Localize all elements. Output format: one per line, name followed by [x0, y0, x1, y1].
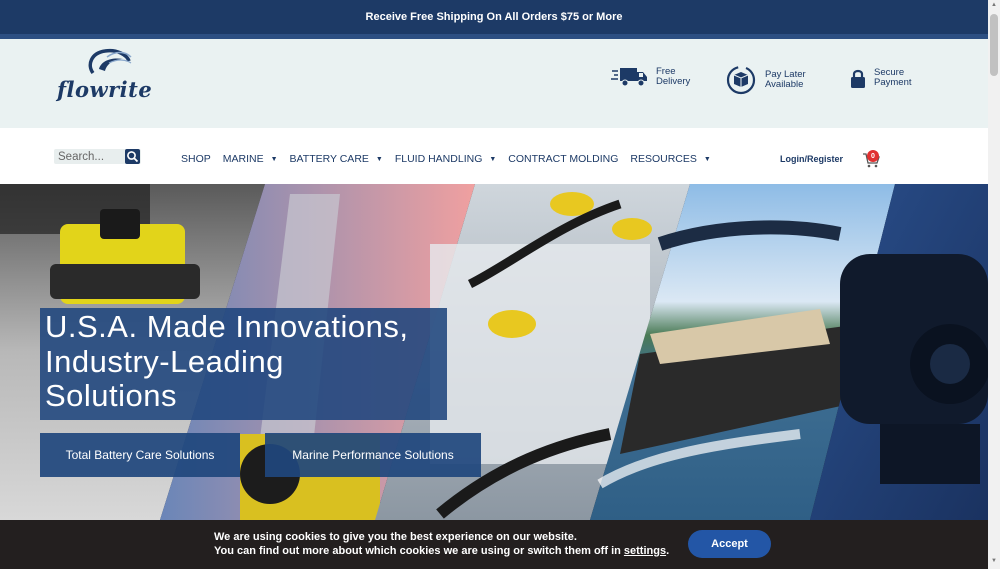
cookie-line2-text: You can find out more about which cookie…	[214, 545, 624, 557]
accept-cookies-button[interactable]: Accept	[688, 530, 771, 558]
caret-down-icon: ▼	[375, 155, 383, 163]
cookie-line2: You can find out more about which cookie…	[214, 544, 669, 558]
battery-care-solutions-button[interactable]: Total Battery Care Solutions	[40, 433, 240, 477]
nav-item-shop[interactable]: SHOP	[181, 153, 211, 165]
nav-item-label: CONTRACT MOLDING	[508, 153, 619, 165]
search-box	[54, 149, 141, 164]
hero-headline: U.S.A. Made Innovations, Industry-Leadin…	[45, 309, 409, 414]
caret-down-icon: ▼	[489, 155, 497, 163]
promo-text: Receive Free Shipping On All Orders $75 …	[365, 11, 623, 23]
feature-line2: Delivery	[656, 76, 691, 87]
flowrite-logo[interactable]: flowrite	[55, 45, 160, 105]
nav-item-label: RESOURCES	[630, 153, 697, 165]
feature-secure-payment: Secure Payment	[850, 68, 912, 88]
nav-item-resources[interactable]: RESOURCES ▼	[630, 153, 710, 165]
delivery-truck-icon	[611, 68, 647, 87]
marine-performance-solutions-button[interactable]: Marine Performance Solutions	[265, 433, 481, 477]
feature-line2: Payment	[874, 77, 912, 88]
cookie-line1: We are using cookies to give you the bes…	[214, 531, 577, 543]
logo-wordmark: flowrite	[57, 77, 153, 102]
nav-item-contract-molding[interactable]: CONTRACT MOLDING	[508, 153, 618, 165]
headline-line: Industry-Leading	[45, 343, 284, 379]
promo-banner: Receive Free Shipping On All Orders $75 …	[0, 0, 988, 34]
nav-item-battery-care[interactable]: BATTERY CARE ▼	[290, 153, 383, 165]
search-input[interactable]	[54, 149, 124, 164]
nav-menu: SHOP MARINE ▼ BATTERY CARE ▼ FLUID HANDL…	[181, 153, 723, 165]
feature-line2: Available	[765, 79, 804, 90]
box-cycle-icon	[726, 65, 756, 95]
cookie-line2-end: .	[666, 545, 670, 557]
nav-item-label: BATTERY CARE	[289, 153, 369, 165]
page-scrollbar[interactable]: ▲ ▼	[988, 0, 1000, 569]
search-icon[interactable]	[125, 149, 140, 164]
feature-pay-later: Pay Later Available	[725, 65, 806, 95]
caret-down-icon: ▼	[270, 155, 278, 163]
scrollbar-thumb[interactable]	[990, 14, 998, 76]
scroll-down-arrow-icon[interactable]: ▼	[990, 558, 998, 566]
nav-item-label: FLUID HANDLING	[394, 153, 483, 165]
cookie-banner: We are using cookies to give you the bes…	[0, 520, 988, 569]
cookie-message: We are using cookies to give you the bes…	[214, 530, 669, 558]
lock-icon	[851, 69, 865, 88]
nav-item-fluid-handling[interactable]: FLUID HANDLING ▼	[395, 153, 496, 165]
hero-banner: U.S.A. Made Innovations, Industry-Leadin…	[0, 184, 988, 520]
nav-item-label: SHOP	[181, 153, 211, 165]
login-register-link[interactable]: Login/Register	[780, 154, 843, 164]
headline-line: Solutions	[45, 378, 178, 413]
scroll-up-arrow-icon[interactable]: ▲	[990, 2, 998, 10]
logo-swoosh-icon	[88, 48, 132, 75]
feature-free-delivery: Free Delivery	[611, 66, 690, 88]
hero-headline-box: U.S.A. Made Innovations, Industry-Leadin…	[40, 308, 447, 420]
nav-item-label: MARINE	[222, 153, 264, 165]
headline-line: U.S.A. Made Innovations,	[45, 309, 409, 344]
cookie-settings-link[interactable]: settings	[624, 545, 666, 557]
caret-down-icon: ▼	[703, 155, 711, 163]
nav-item-marine[interactable]: MARINE ▼	[223, 153, 278, 165]
cart-count-badge: 0	[867, 150, 879, 162]
site-header: flowrite Free Delivery Pay Later Availab…	[0, 39, 988, 128]
main-navigation: SHOP MARINE ▼ BATTERY CARE ▼ FLUID HANDL…	[0, 128, 988, 184]
